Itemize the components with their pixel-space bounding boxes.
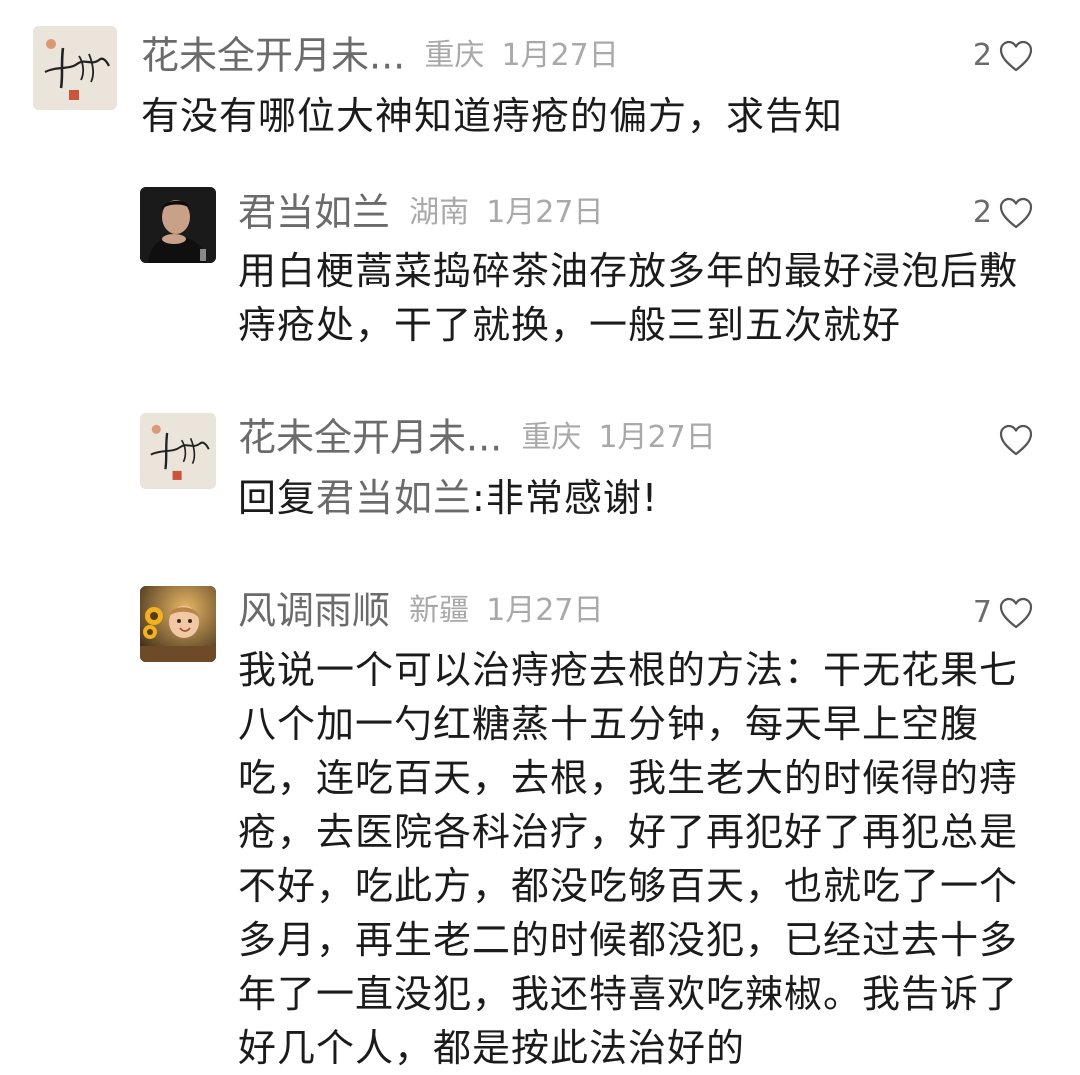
username[interactable]: 花未全开月未... [141, 34, 405, 78]
like-count: 2 [972, 38, 992, 73]
comment-text: 我说一个可以治痔疮去根的方法：干无花果七八个加一勺红糖蒸十五分钟，每天早上空腹吃… [238, 648, 1019, 1070]
username[interactable]: 花未全开月未... [238, 416, 502, 460]
location: 湖南 [409, 194, 470, 230]
comment-text: 有没有哪位大神知道痔疮的偏方，求告知 [141, 94, 844, 138]
username[interactable]: 风调雨顺 [238, 589, 390, 633]
like-button[interactable] [992, 420, 1034, 460]
like-count: 2 [972, 195, 992, 230]
comment-header: 花未全开月未... 重庆 1月27日 [238, 415, 716, 460]
location: 新疆 [409, 592, 470, 628]
heart-icon [999, 197, 1033, 229]
location: 重庆 [521, 419, 582, 455]
comment-text: 用白梗蒿菜捣碎茶油存放多年的最好浸泡后敷痔疮处，干了就换，一般三到五次就好 [238, 249, 1019, 347]
timestamp: 1月27日 [486, 592, 604, 628]
like-button[interactable]: 7 [973, 593, 1034, 633]
avatar[interactable] [140, 413, 216, 489]
comment-header: 风调雨顺 新疆 1月27日 [238, 588, 604, 633]
avatar[interactable] [33, 26, 117, 110]
heart-icon [999, 424, 1033, 456]
heart-icon [999, 597, 1033, 629]
person-photo-icon [140, 187, 216, 263]
avatar[interactable] [140, 187, 216, 263]
reply-text: :非常感谢! [472, 476, 659, 520]
timestamp: 1月27日 [501, 37, 619, 73]
location: 重庆 [424, 37, 485, 73]
calligraphy-logo-icon [140, 413, 216, 489]
avatar[interactable] [140, 586, 216, 662]
calligraphy-logo-icon [33, 26, 117, 110]
comment-header: 花未全开月未... 重庆 1月27日 [141, 33, 619, 78]
comment-text: 回复君当如兰:非常感谢! [238, 471, 1048, 525]
heart-icon [999, 40, 1033, 72]
username[interactable]: 君当如兰 [238, 191, 390, 235]
like-count: 7 [972, 595, 992, 630]
like-button[interactable]: 2 [973, 36, 1034, 76]
reply-prefix: 回复 [238, 476, 317, 520]
comment-header: 君当如兰 湖南 1月27日 [238, 190, 604, 235]
timestamp: 1月27日 [486, 194, 604, 230]
child-sunflower-photo-icon [140, 586, 216, 662]
reply-mention-link[interactable]: 君当如兰 [316, 476, 472, 520]
like-button[interactable]: 2 [973, 193, 1034, 233]
timestamp: 1月27日 [598, 419, 716, 455]
